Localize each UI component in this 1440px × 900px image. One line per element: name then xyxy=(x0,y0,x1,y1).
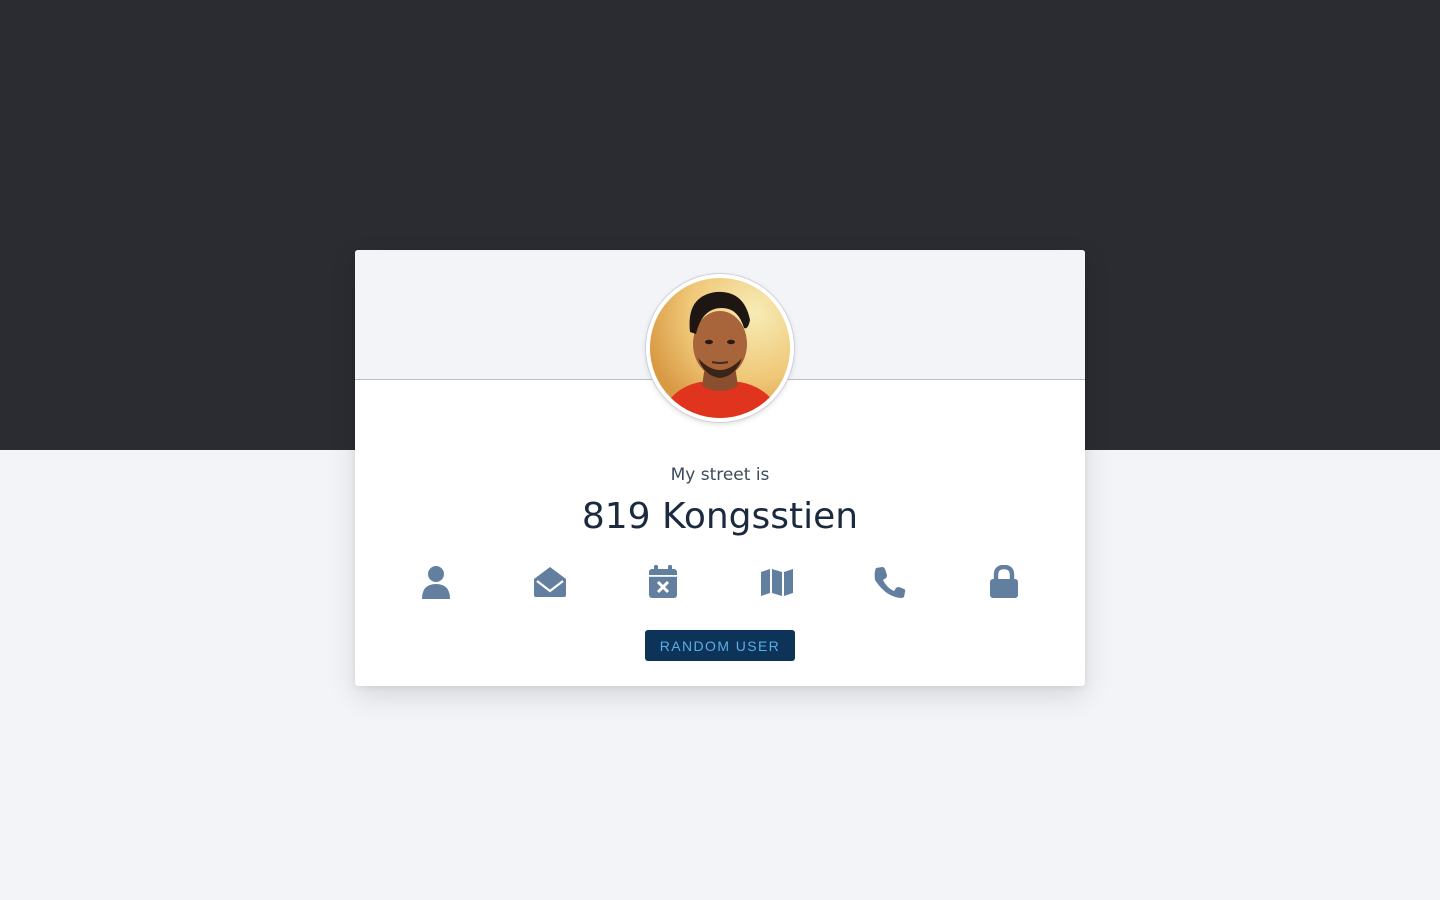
phone-icon[interactable] xyxy=(870,562,910,602)
map-icon[interactable] xyxy=(757,562,797,602)
profile-label: My street is xyxy=(670,465,770,485)
calendar-x-icon[interactable] xyxy=(643,562,683,602)
user-avatar xyxy=(646,274,794,422)
user-card: My street is 819 Kongsstien RANDOM USER xyxy=(355,250,1085,686)
profile-value: 819 Kongsstien xyxy=(581,496,859,537)
lock-icon[interactable] xyxy=(984,562,1024,602)
info-icon-row xyxy=(355,562,1085,602)
user-icon[interactable] xyxy=(416,562,456,602)
random-user-button[interactable]: RANDOM USER xyxy=(645,630,795,661)
envelope-open-icon[interactable] xyxy=(530,562,570,602)
